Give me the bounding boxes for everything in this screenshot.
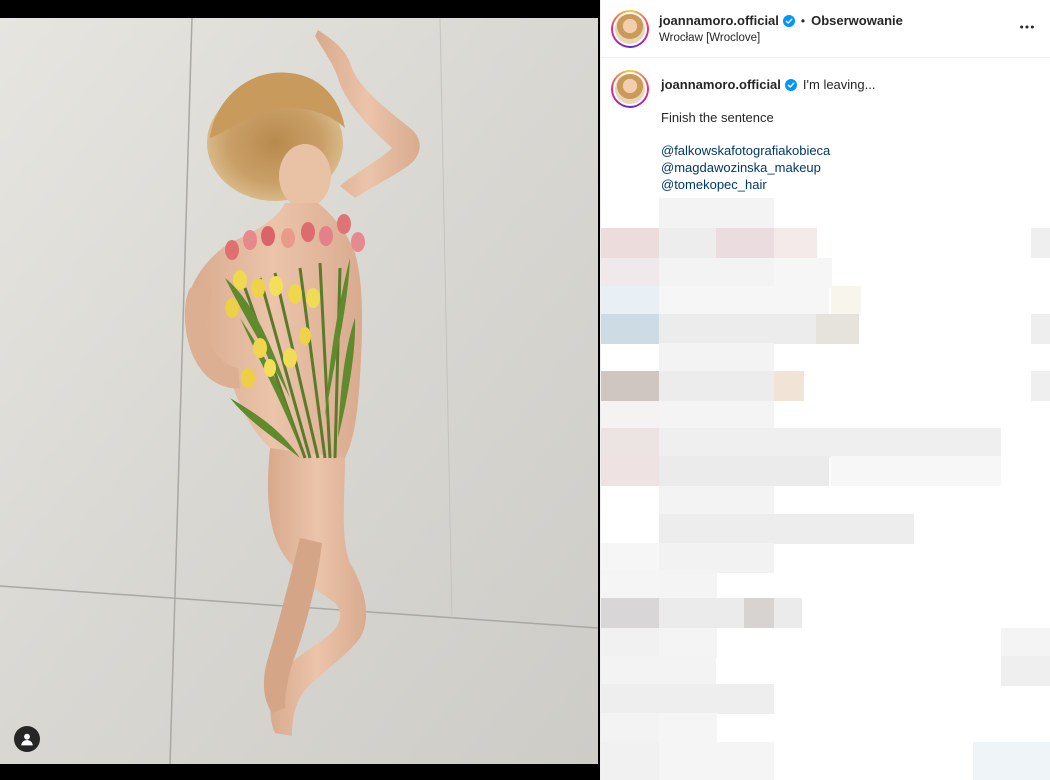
photo-illustration xyxy=(0,18,598,764)
pixelated-block xyxy=(1031,371,1050,401)
caption-body: joannamoro.official I'm leaving... Finis… xyxy=(661,70,875,193)
pixelated-block xyxy=(1031,228,1050,258)
pixelated-block xyxy=(659,486,774,516)
pixelated-block xyxy=(659,343,774,373)
verified-badge-icon xyxy=(782,14,795,27)
mention-link[interactable]: @falkowskafotografiakobieca xyxy=(661,142,875,159)
header-user-row: joannamoro.official • Obserwowanie xyxy=(659,13,903,28)
pixelated-block xyxy=(659,456,829,486)
caption-avatar[interactable] xyxy=(611,70,649,108)
pixelated-block xyxy=(659,742,774,780)
pixelated-block xyxy=(659,514,914,544)
pixelated-block xyxy=(659,198,774,228)
pixelated-block xyxy=(659,401,774,431)
pixelated-block xyxy=(816,314,859,344)
user-tag-icon xyxy=(21,733,33,746)
pixelated-block xyxy=(601,456,659,486)
post-header: joannamoro.official • Obserwowanie Wrocł… xyxy=(601,0,1050,58)
pixelated-block xyxy=(831,456,1001,486)
pixelated-block xyxy=(601,742,659,780)
following-button[interactable]: Obserwowanie xyxy=(811,13,903,28)
avatar-image xyxy=(613,11,647,46)
pixelated-block xyxy=(973,742,1050,780)
pixelated-block xyxy=(601,371,659,401)
pixelated-block xyxy=(601,286,659,316)
pixelated-block xyxy=(774,258,832,288)
pixelated-block xyxy=(774,371,804,401)
pixelated-block xyxy=(601,628,659,658)
pixelated-block xyxy=(659,371,774,401)
pixelated-comments-area xyxy=(601,198,1050,780)
header-texts: joannamoro.official • Obserwowanie Wrocł… xyxy=(659,13,903,44)
pixelated-block xyxy=(659,258,774,288)
caption-username[interactable]: joannamoro.official xyxy=(661,76,781,93)
mention-link[interactable]: @tomekopec_hair xyxy=(661,176,875,193)
pixelated-block xyxy=(744,598,774,628)
mention-link[interactable]: @magdawozinska_makeup xyxy=(661,159,875,176)
user-tag-button[interactable] xyxy=(14,726,40,752)
pixelated-block xyxy=(659,428,1001,458)
caption-first-line: joannamoro.official I'm leaving... xyxy=(661,76,875,93)
pixelated-block xyxy=(601,428,659,458)
pixelated-block xyxy=(601,543,659,573)
pixelated-block xyxy=(601,314,659,344)
pixelated-block xyxy=(659,713,717,743)
pixelated-block xyxy=(659,543,774,573)
pixelated-block xyxy=(831,286,861,316)
more-options-button[interactable] xyxy=(1016,18,1038,36)
post-side-panel: joannamoro.official • Obserwowanie Wrocł… xyxy=(600,0,1050,780)
pixelated-block xyxy=(1031,314,1050,344)
pixelated-block xyxy=(659,286,829,316)
more-options-icon xyxy=(1020,25,1034,29)
separator-dot: • xyxy=(800,13,806,28)
pixelated-block xyxy=(1001,656,1050,686)
avatar[interactable] xyxy=(611,9,649,48)
pixelated-block xyxy=(659,628,717,658)
pixelated-block xyxy=(774,228,817,258)
avatar-image xyxy=(613,72,647,106)
pixelated-block xyxy=(601,713,659,743)
header-username[interactable]: joannamoro.official xyxy=(659,13,779,28)
instagram-post-view: joannamoro.official • Obserwowanie Wrocł… xyxy=(0,0,1050,780)
pixelated-block xyxy=(601,258,659,288)
pixelated-block xyxy=(601,684,774,714)
caption-mentions: @falkowskafotografiakobieca @magdawozins… xyxy=(661,142,875,193)
pixelated-block xyxy=(601,598,659,628)
post-location[interactable]: Wrocław [Wroclove] xyxy=(659,32,903,44)
pixelated-block xyxy=(601,570,659,600)
pixelated-block xyxy=(601,228,659,258)
verified-badge-icon xyxy=(784,78,797,91)
pixelated-block xyxy=(659,570,717,600)
caption-paragraph: Finish the sentence xyxy=(661,110,774,125)
pixelated-block xyxy=(601,401,659,431)
pixelated-block xyxy=(601,656,716,686)
pixelated-block xyxy=(1001,628,1050,658)
post-photo[interactable] xyxy=(0,18,598,764)
caption-text: I'm leaving... xyxy=(802,77,876,92)
post-caption: joannamoro.official I'm leaving... Finis… xyxy=(601,58,1050,193)
pixelated-block xyxy=(659,598,802,628)
post-media xyxy=(0,0,600,780)
pixelated-block xyxy=(716,228,774,258)
